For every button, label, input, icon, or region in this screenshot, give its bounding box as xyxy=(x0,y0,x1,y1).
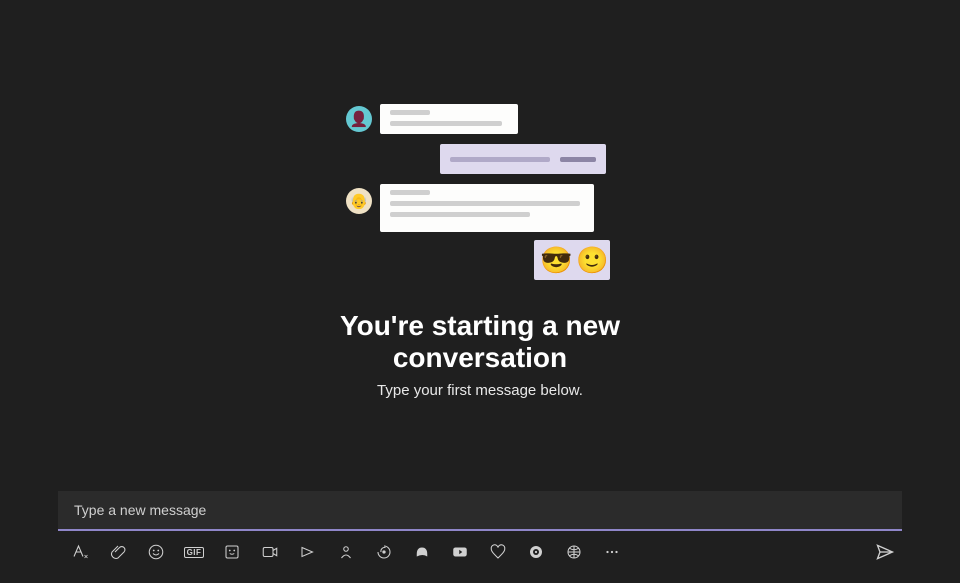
bubble-illustration-emoji: 😎 🙂 xyxy=(534,240,610,280)
empty-state-heading: You're starting a new conversation xyxy=(280,310,680,374)
calendar-meet-icon[interactable] xyxy=(260,542,280,562)
format-icon[interactable] xyxy=(70,542,90,562)
message-input[interactable] xyxy=(58,491,902,531)
praise-icon[interactable] xyxy=(488,542,508,562)
viva-icon[interactable] xyxy=(336,542,356,562)
attach-icon[interactable] xyxy=(108,542,128,562)
empty-state: 😎 🙂 You're starting a new conversation T… xyxy=(280,100,680,399)
compose-toolbar: GIF xyxy=(58,541,902,563)
send-button[interactable] xyxy=(874,541,896,563)
emoji-icon[interactable] xyxy=(146,542,166,562)
illustration-emoji-2: 🙂 xyxy=(576,247,608,273)
avatar-illustration-1 xyxy=(346,106,372,132)
empty-state-subheading: Type your first message below. xyxy=(377,382,583,399)
bubble-illustration-2 xyxy=(440,144,606,174)
stream-icon[interactable] xyxy=(298,542,318,562)
bubble-illustration-3 xyxy=(380,184,594,232)
compose-region: GIF xyxy=(58,491,902,563)
more-options-icon[interactable] xyxy=(602,542,622,562)
bubble-illustration-1 xyxy=(380,104,518,134)
illustration-emoji-1: 😎 xyxy=(540,247,572,273)
globe-icon[interactable] xyxy=(564,542,584,562)
app-icon-2[interactable] xyxy=(526,542,546,562)
youtube-icon[interactable] xyxy=(450,542,470,562)
sticker-icon[interactable] xyxy=(222,542,242,562)
avatar-illustration-2 xyxy=(346,188,372,214)
conversation-illustration: 😎 🙂 xyxy=(340,100,620,290)
forms-icon[interactable] xyxy=(374,542,394,562)
app-icon-1[interactable] xyxy=(412,542,432,562)
gif-icon[interactable]: GIF xyxy=(184,542,204,562)
